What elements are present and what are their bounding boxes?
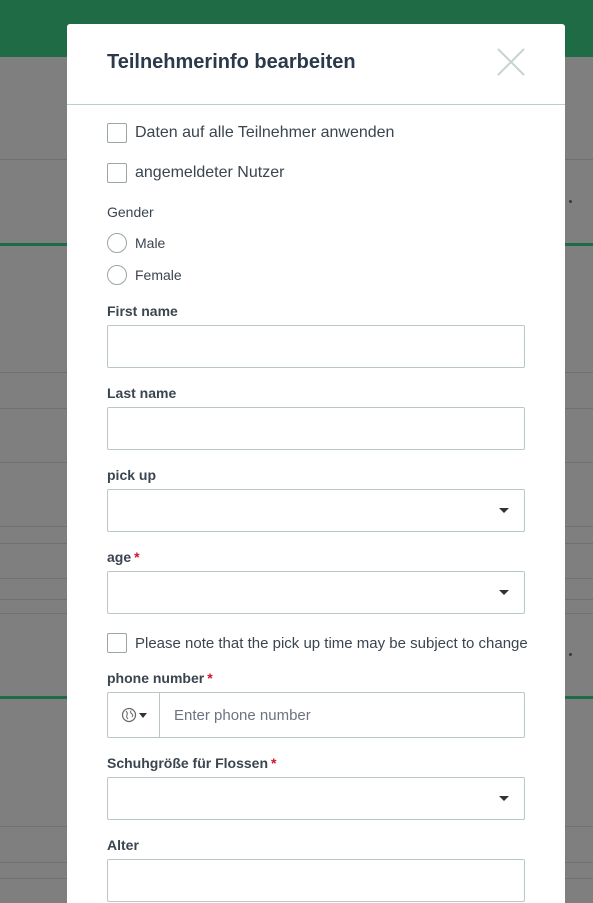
- gender-label: Gender: [107, 204, 154, 220]
- shoe-size-label: Schuhgröße für Flossen *: [107, 755, 276, 771]
- last-name-label: Last name: [107, 385, 177, 401]
- pick-up-select[interactable]: [107, 489, 525, 532]
- chevron-down-icon: [499, 796, 509, 801]
- last-name-field[interactable]: [107, 407, 525, 450]
- apply-all-checkbox[interactable]: [107, 123, 127, 143]
- chevron-down-icon: [499, 590, 509, 595]
- age-label: age *: [107, 549, 140, 565]
- apply-all-label: Daten auf alle Teilnehmer anwenden: [135, 124, 395, 141]
- first-name-label: First name: [107, 303, 178, 319]
- close-button[interactable]: [496, 47, 526, 77]
- apply-all-row: Daten auf alle Teilnehmer anwenden: [107, 123, 394, 143]
- pickup-note-row: Please note that the pick up time may be…: [107, 633, 528, 653]
- age-select[interactable]: [107, 571, 525, 614]
- shoe-size-label-text: Schuhgröße für Flossen: [107, 755, 269, 771]
- close-icon: [497, 48, 525, 76]
- background-more-dot: [569, 200, 572, 203]
- logged-user-label: angemeldeter Nutzer: [135, 164, 285, 181]
- logged-user-row: angemeldeter Nutzer: [107, 163, 284, 183]
- age-label-text: age: [107, 549, 132, 565]
- edit-participant-modal: Teilnehmerinfo bearbeiten Daten auf alle…: [67, 24, 565, 903]
- gender-female-label: Female: [135, 267, 182, 283]
- alter-field[interactable]: [107, 859, 525, 902]
- chevron-down-icon: [499, 508, 509, 513]
- required-mark: *: [271, 755, 277, 771]
- phone-field: [107, 692, 525, 738]
- pickup-note-label: Please note that the pick up time may be…: [135, 634, 528, 652]
- logged-user-checkbox[interactable]: [107, 163, 127, 183]
- country-code-dropdown[interactable]: [108, 693, 160, 737]
- alter-label: Alter: [107, 837, 139, 853]
- gender-female-radio[interactable]: [107, 265, 127, 285]
- first-name-field[interactable]: [107, 325, 525, 368]
- modal-title: Teilnehmerinfo bearbeiten: [107, 51, 356, 73]
- gender-option-female: Female: [107, 265, 182, 285]
- phone-label-text: phone number: [107, 670, 205, 686]
- modal-header: Teilnehmerinfo bearbeiten: [67, 24, 565, 105]
- pickup-note-checkbox[interactable]: [107, 633, 127, 653]
- phone-input[interactable]: [160, 693, 524, 737]
- chevron-down-icon: [138, 712, 147, 718]
- required-mark: *: [207, 670, 213, 686]
- required-mark: *: [134, 549, 140, 565]
- shoe-size-select[interactable]: [107, 777, 525, 820]
- phone-label: phone number *: [107, 670, 213, 686]
- pick-up-label: pick up: [107, 467, 157, 483]
- background-more-dot: [569, 653, 572, 656]
- gender-male-radio[interactable]: [107, 233, 127, 253]
- gender-option-male: Male: [107, 233, 165, 253]
- gender-male-label: Male: [135, 235, 166, 251]
- globe-icon: [121, 707, 136, 723]
